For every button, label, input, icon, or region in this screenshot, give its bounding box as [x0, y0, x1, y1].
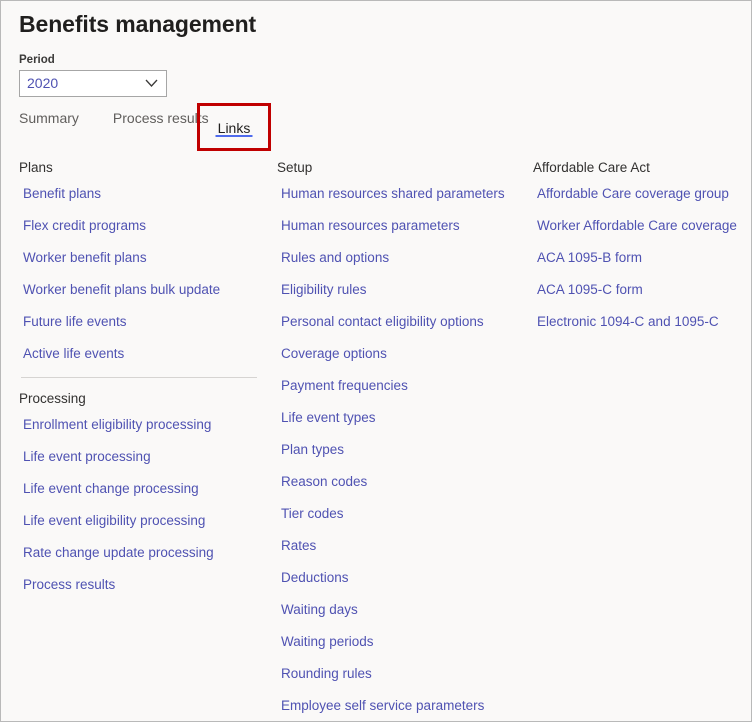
list-item[interactable]: Human resources shared parameters	[277, 185, 505, 202]
list-item[interactable]: Deductions	[277, 569, 349, 586]
list-item[interactable]: ACA 1095-B form	[533, 249, 642, 266]
list-item[interactable]: Reason codes	[277, 473, 367, 490]
list-item[interactable]: Worker Affordable Care coverage	[533, 217, 737, 234]
list-item[interactable]: ACA 1095-C form	[533, 281, 643, 298]
list-item[interactable]: Future life events	[19, 313, 127, 330]
link-list-plans: Benefit plans Flex credit programs Worke…	[19, 185, 259, 362]
period-selected-value: 2020	[20, 71, 58, 96]
list-item[interactable]: Process results	[19, 576, 115, 593]
chevron-down-icon	[145, 71, 158, 96]
list-item[interactable]: Life event change processing	[19, 480, 199, 497]
list-item[interactable]: Benefit plans	[19, 185, 101, 202]
tab-summary[interactable]: Summary	[19, 109, 79, 133]
section-header-processing: Processing	[19, 390, 259, 407]
tab-active-underline	[216, 135, 253, 137]
list-item[interactable]: Rounding rules	[277, 665, 372, 682]
list-item[interactable]: Human resources parameters	[277, 217, 460, 234]
section-plans: Plans Benefit plans Flex credit programs…	[19, 159, 259, 362]
section-header-plans: Plans	[19, 159, 259, 176]
list-item[interactable]: Waiting periods	[277, 633, 374, 650]
list-item[interactable]: Rate change update processing	[19, 544, 214, 561]
tab-summary-label: Summary	[19, 110, 79, 126]
list-item[interactable]: Coverage options	[277, 345, 387, 362]
link-list-processing: Enrollment eligibility processing Life e…	[19, 416, 259, 593]
list-item[interactable]: Life event eligibility processing	[19, 512, 205, 529]
list-item[interactable]: Active life events	[19, 345, 124, 362]
section-header-affordable-care-act: Affordable Care Act	[533, 159, 743, 176]
section-header-setup: Setup	[277, 159, 525, 176]
period-label: Period	[19, 53, 167, 67]
list-item[interactable]: Affordable Care coverage group	[533, 185, 729, 202]
section-processing: Processing Enrollment eligibility proces…	[19, 390, 259, 593]
section-affordable-care-act: Affordable Care Act Affordable Care cove…	[533, 159, 743, 330]
list-item[interactable]: Plan types	[277, 441, 344, 458]
list-item[interactable]: Flex credit programs	[19, 217, 146, 234]
tab-links-label: Links	[218, 120, 251, 136]
list-item[interactable]: Rates	[277, 537, 316, 554]
tab-process-results[interactable]: Process results	[113, 109, 209, 133]
list-item[interactable]: Life event types	[277, 409, 376, 426]
list-item[interactable]: Employee self service parameters	[277, 697, 484, 714]
link-list-affordable-care-act: Affordable Care coverage group Worker Af…	[533, 185, 743, 330]
tab-process-results-label: Process results	[113, 110, 209, 126]
section-setup: Setup Human resources shared parameters …	[277, 159, 525, 714]
link-list-setup: Human resources shared parameters Human …	[277, 185, 525, 714]
section-divider	[21, 377, 257, 378]
benefits-management-window: Benefits management Period 2020 Summary …	[0, 0, 752, 722]
list-item[interactable]: Worker benefit plans bulk update	[19, 281, 220, 298]
column-affordable-care-act: Affordable Care Act Affordable Care cove…	[533, 159, 743, 345]
list-item[interactable]: Waiting days	[277, 601, 358, 618]
list-item[interactable]: Personal contact eligibility options	[277, 313, 484, 330]
page-title: Benefits management	[19, 11, 256, 38]
list-item[interactable]: Enrollment eligibility processing	[19, 416, 211, 433]
list-item[interactable]: Worker benefit plans	[19, 249, 147, 266]
column-setup: Setup Human resources shared parameters …	[277, 159, 525, 722]
links-columns: Plans Benefit plans Flex credit programs…	[1, 159, 751, 721]
column-plans: Plans Benefit plans Flex credit programs…	[19, 159, 259, 608]
period-field-group: Period 2020	[19, 53, 167, 97]
period-select[interactable]: 2020	[19, 70, 167, 97]
highlight-annotation-box: Links	[197, 103, 271, 151]
list-item[interactable]: Tier codes	[277, 505, 344, 522]
list-item[interactable]: Electronic 1094-C and 1095-C	[533, 313, 719, 330]
list-item[interactable]: Eligibility rules	[277, 281, 367, 298]
list-item[interactable]: Rules and options	[277, 249, 389, 266]
list-item[interactable]: Life event processing	[19, 448, 151, 465]
list-item[interactable]: Payment frequencies	[277, 377, 408, 394]
